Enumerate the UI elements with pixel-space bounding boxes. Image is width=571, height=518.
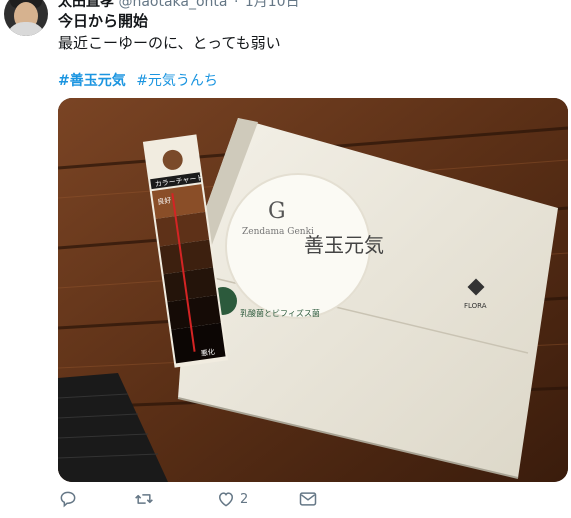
- hashtag-link[interactable]: #元気うんち: [136, 73, 218, 89]
- box-title: 善玉元気: [304, 233, 384, 257]
- separator-dot: ·: [233, 0, 239, 10]
- tweet-photo[interactable]: G Zendama Genki 善玉元気 乳酸菌とビフィズス菌 FLORA カラ…: [58, 98, 568, 482]
- reply-icon: [60, 491, 76, 508]
- hashtags: #善玉元気 #元気うんち: [58, 70, 224, 90]
- box-logo-letter: G: [268, 199, 286, 224]
- envelope-icon: [299, 492, 317, 506]
- photo-illustration: G Zendama Genki 善玉元気 乳酸菌とビフィズス菌 FLORA カラ…: [58, 98, 568, 482]
- hashtag-link[interactable]: #善玉元気: [58, 73, 126, 89]
- tweet-text-line1: 今日から開始: [58, 12, 149, 30]
- tweet: 太田直孝 @naotaka_ohta · 1月10日 今日から開始 最近こーゆー…: [0, 0, 571, 518]
- reply-button[interactable]: [58, 488, 82, 510]
- avatar[interactable]: [4, 0, 48, 36]
- tweet-text-line2: 最近こーゆーのに、とっても弱い: [58, 34, 281, 52]
- user-handle[interactable]: @naotaka_ohta: [118, 0, 227, 10]
- tweet-header: 太田直孝 @naotaka_ohta · 1月10日: [58, 0, 300, 10]
- retweet-button[interactable]: [134, 488, 158, 510]
- tweet-actions: 2: [56, 488, 456, 512]
- box-brand: FLORA: [464, 302, 487, 310]
- user-name[interactable]: 太田直孝: [58, 0, 114, 10]
- box-badge: 乳酸菌とビフィズス菌: [240, 308, 320, 318]
- direct-message-button[interactable]: [298, 488, 322, 510]
- tweet-date[interactable]: 1月10日: [245, 0, 300, 10]
- retweet-icon: [135, 494, 153, 504]
- like-count: 2: [240, 491, 249, 507]
- heart-icon: [218, 492, 234, 507]
- like-button[interactable]: 2: [216, 488, 248, 510]
